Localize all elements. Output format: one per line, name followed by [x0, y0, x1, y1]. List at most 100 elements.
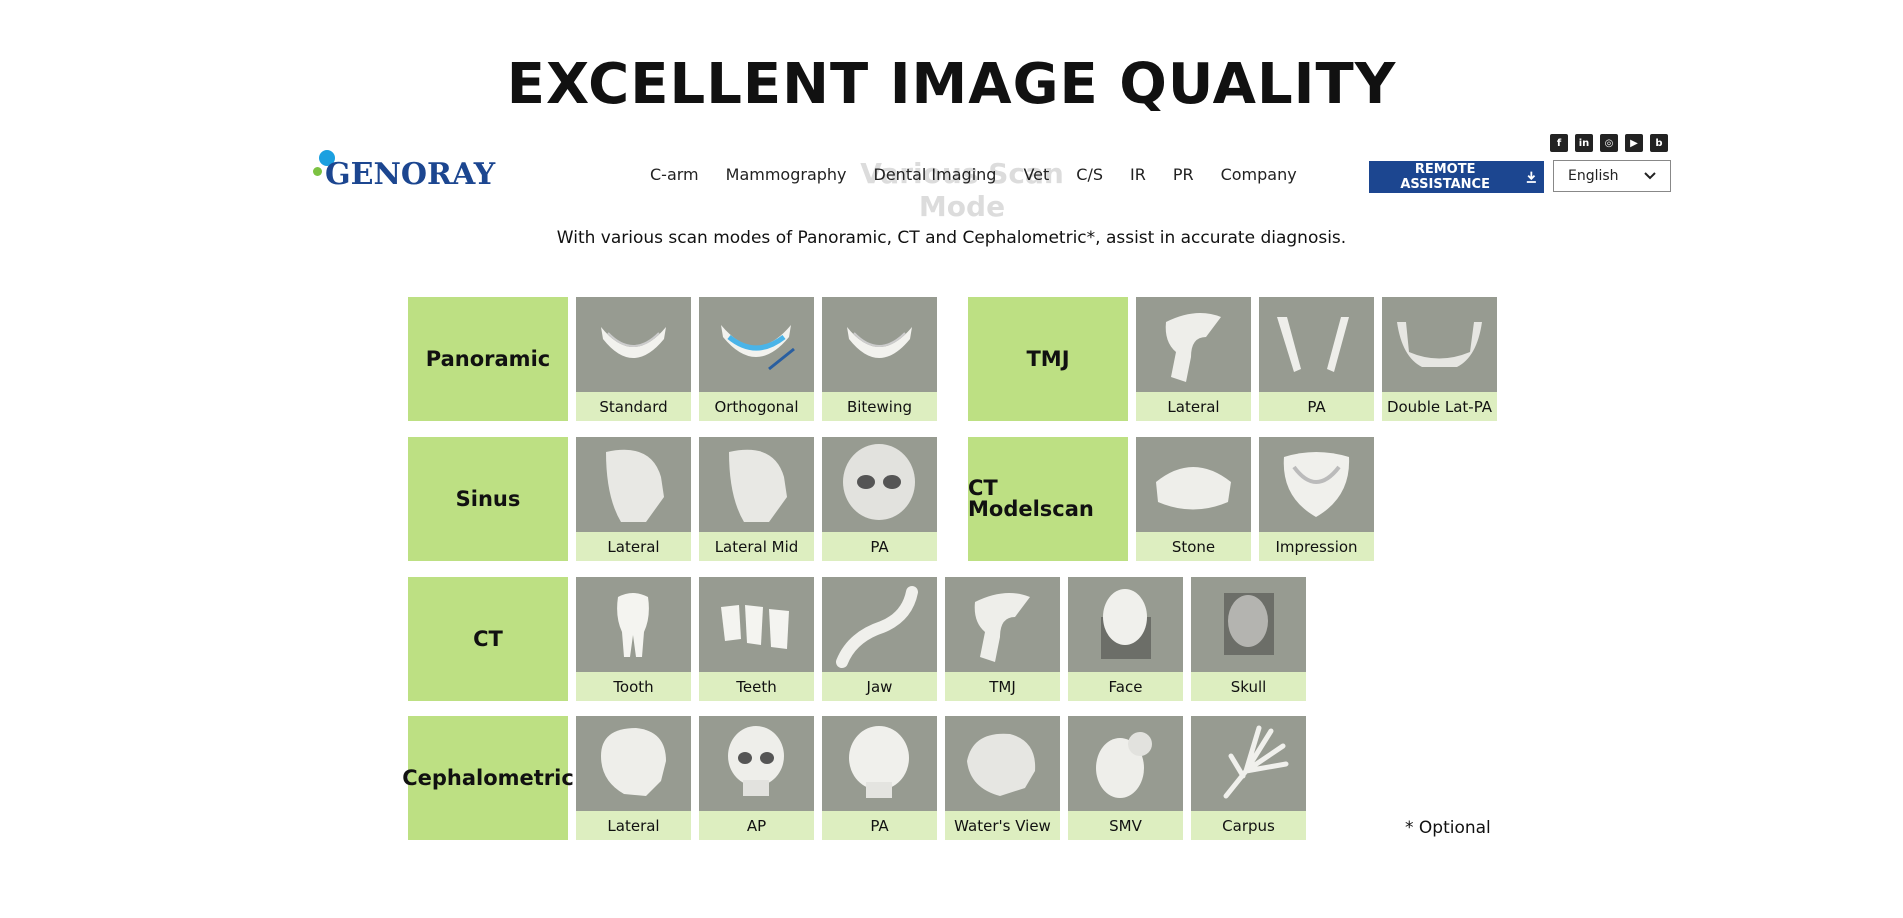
scan-tile-ceph-smv[interactable]: SMV — [1068, 716, 1183, 840]
scan-tile-tmj-lateral[interactable]: Lateral — [1136, 297, 1251, 421]
section-subtitle: With various scan modes of Panoramic, CT… — [556, 228, 1347, 248]
tile-label: Double Lat-PA — [1382, 392, 1497, 421]
social-links: f in ◎ ▶ b — [1550, 134, 1668, 152]
head-icon — [1224, 593, 1274, 655]
tile-label: PA — [822, 532, 937, 561]
scan-tile-ceph-carpus[interactable]: Carpus — [1191, 716, 1306, 840]
nav-item-company[interactable]: Company — [1221, 165, 1297, 184]
scan-tile-panoramic-standard[interactable]: Standard — [576, 297, 691, 421]
tmj-pa-icon — [1277, 317, 1349, 372]
scan-tile-ct-face[interactable]: Face — [1068, 577, 1183, 701]
tooth-icon — [617, 593, 649, 657]
logo-wordmark: GENORAY — [325, 157, 496, 192]
tile-label: Lateral — [576, 811, 691, 840]
skull-back-icon — [849, 726, 909, 798]
tile-image — [822, 297, 937, 392]
nav-item-dental-imaging[interactable]: Dental Imaging — [874, 165, 997, 184]
tmj-lateral-icon — [1165, 313, 1221, 382]
tile-image — [822, 437, 937, 532]
download-icon — [1527, 171, 1537, 183]
scan-tile-ct-tmj[interactable]: TMJ — [945, 577, 1060, 701]
tile-image — [1136, 297, 1251, 392]
category-panoramic: Panoramic — [408, 297, 568, 421]
scan-tile-sinus-lateral-mid[interactable]: Lateral Mid — [699, 437, 814, 561]
linkedin-icon[interactable]: in — [1575, 134, 1593, 152]
tile-image — [576, 716, 691, 811]
scan-tile-ceph-waters-view[interactable]: Water's View — [945, 716, 1060, 840]
scan-tile-modelscan-stone[interactable]: Stone — [1136, 437, 1251, 561]
tile-label: TMJ — [945, 672, 1060, 701]
facebook-icon[interactable]: f — [1550, 134, 1568, 152]
logo-dot-green — [313, 167, 322, 176]
category-ct: CT — [408, 577, 568, 701]
scan-tile-ct-tooth[interactable]: Tooth — [576, 577, 691, 701]
tile-image — [1382, 297, 1497, 392]
tile-label: Lateral — [1136, 392, 1251, 421]
category-sinus: Sinus — [408, 437, 568, 561]
nav-item-c-arm[interactable]: C-arm — [650, 165, 699, 184]
nav-item-vet[interactable]: Vet — [1023, 165, 1049, 184]
instagram-icon[interactable]: ◎ — [1600, 134, 1618, 152]
tile-label: Teeth — [699, 672, 814, 701]
tile-image — [1259, 437, 1374, 532]
blog-icon[interactable]: b — [1650, 134, 1668, 152]
tile-label: SMV — [1068, 811, 1183, 840]
youtube-icon[interactable]: ▶ — [1625, 134, 1643, 152]
optional-footnote: * Optional — [1405, 818, 1491, 838]
remote-assistance-label: REMOTE ASSISTANCE — [1400, 162, 1490, 192]
nav-item-mammography[interactable]: Mammography — [726, 165, 847, 184]
jaw-bitewing-icon — [847, 327, 912, 358]
scan-tile-sinus-pa[interactable]: PA — [822, 437, 937, 561]
skull-base-icon — [1096, 732, 1152, 798]
scan-tile-ct-skull[interactable]: Skull — [1191, 577, 1306, 701]
remote-assistance-button[interactable]: REMOTE ASSISTANCE — [1369, 161, 1544, 193]
tile-image — [822, 577, 937, 672]
tile-image — [945, 577, 1060, 672]
tile-label: Lateral — [576, 532, 691, 561]
tile-label: Tooth — [576, 672, 691, 701]
tile-image — [576, 577, 691, 672]
scan-tile-ct-teeth[interactable]: Teeth — [699, 577, 814, 701]
scan-tile-ceph-ap[interactable]: AP — [699, 716, 814, 840]
scan-tile-panoramic-bitewing[interactable]: Bitewing — [822, 297, 937, 421]
skull-tilted-icon — [967, 733, 1036, 796]
nav-item-ir[interactable]: IR — [1130, 165, 1146, 184]
skull-lateral-mid-icon — [729, 449, 787, 522]
scan-tile-sinus-lateral[interactable]: Lateral — [576, 437, 691, 561]
nav-item-cs[interactable]: C/S — [1076, 165, 1103, 184]
scan-tile-panoramic-orthogonal[interactable]: Orthogonal — [699, 297, 814, 421]
tile-label: Lateral Mid — [699, 532, 814, 561]
language-select[interactable]: English — [1553, 160, 1671, 192]
tile-image — [822, 716, 937, 811]
tile-label: PA — [822, 811, 937, 840]
main-nav: C-arm Mammography Dental Imaging Vet C/S… — [650, 165, 1324, 184]
face-icon — [1101, 589, 1151, 659]
tile-image — [576, 297, 691, 392]
skull-side-icon — [601, 728, 666, 796]
teeth-icon — [721, 605, 789, 649]
tile-image — [1191, 716, 1306, 811]
tile-label: Standard — [576, 392, 691, 421]
skull-ap-icon — [728, 726, 784, 796]
scan-tile-tmj-pa[interactable]: PA — [1259, 297, 1374, 421]
jaw-orthogonal-icon — [721, 325, 795, 371]
hand-xray-icon — [1223, 725, 1289, 799]
tile-image — [699, 577, 814, 672]
scan-tile-modelscan-impression[interactable]: Impression — [1259, 437, 1374, 561]
scan-tile-ceph-pa[interactable]: PA — [822, 716, 937, 840]
tile-image — [1068, 577, 1183, 672]
tile-image — [699, 437, 814, 532]
language-selected: English — [1568, 168, 1619, 184]
nav-item-pr[interactable]: PR — [1173, 165, 1194, 184]
genoray-logo[interactable]: GENORAY — [311, 147, 495, 192]
tmj-double-icon — [1397, 322, 1482, 367]
scan-tile-ceph-lateral[interactable]: Lateral — [576, 716, 691, 840]
tile-image — [1259, 297, 1374, 392]
scan-tile-ct-jaw[interactable]: Jaw — [822, 577, 937, 701]
tile-label: Stone — [1136, 532, 1251, 561]
skull-front-icon — [843, 444, 915, 520]
scan-tile-tmj-double-lat-pa[interactable]: Double Lat-PA — [1382, 297, 1497, 421]
tile-label: AP — [699, 811, 814, 840]
skull-lateral-icon — [606, 449, 664, 522]
category-cephalometric: Cephalometric — [402, 716, 574, 840]
